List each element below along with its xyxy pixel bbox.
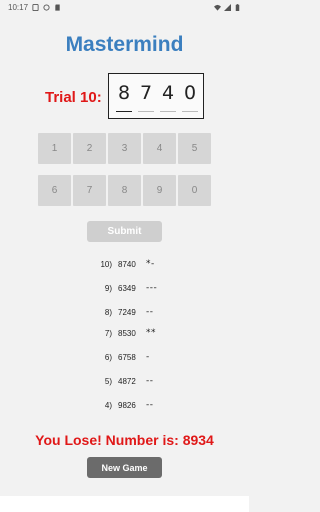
history-row: 5) 4872 --	[96, 374, 154, 388]
history-guess: 8530	[118, 328, 136, 338]
history-row: 7) 8530 **	[96, 326, 156, 340]
keypad-button-1[interactable]: 1	[38, 133, 71, 164]
history-guess: 4872	[118, 376, 136, 386]
app-title: Mastermind	[65, 33, 184, 56]
history-index: 6)	[104, 352, 112, 362]
guess-input-box[interactable]: 8 7 4 0	[108, 73, 204, 119]
status-bar: 10:17	[0, 0, 249, 14]
new-game-button[interactable]: New Game	[87, 457, 162, 478]
history-row: 4) 9826 --	[96, 398, 154, 412]
submit-button[interactable]: Submit	[87, 221, 162, 242]
signal-icon	[224, 3, 231, 11]
history-result: --	[146, 376, 154, 386]
history-guess: 6349	[118, 283, 136, 293]
guess-digit-2[interactable]: 7	[137, 78, 155, 114]
wifi-icon	[214, 4, 221, 11]
history-row: 10) 8740 *-	[96, 257, 155, 271]
keypad-button-5[interactable]: 5	[178, 133, 211, 164]
history-result: *-	[146, 259, 155, 269]
guess-digit-3[interactable]: 4	[159, 78, 177, 114]
history-guess: 6758	[118, 352, 136, 362]
status-time: 10:17	[8, 2, 29, 12]
keypad-button-4[interactable]: 4	[143, 133, 176, 164]
history-result: -	[146, 352, 150, 362]
keypad-button-0[interactable]: 0	[178, 175, 211, 206]
history-row: 9) 6349 ---	[96, 281, 157, 295]
keypad-button-8[interactable]: 8	[108, 175, 141, 206]
history-result: **	[146, 328, 156, 338]
history-row: 6) 6758 -	[96, 350, 150, 364]
history-index: 5)	[104, 376, 112, 386]
keypad-button-3[interactable]: 3	[108, 133, 141, 164]
history-guess: 7249	[118, 307, 136, 317]
keypad-button-6[interactable]: 6	[38, 175, 71, 206]
sim-icon	[32, 3, 39, 11]
battery-icon	[235, 3, 240, 11]
history-index: 9)	[104, 283, 112, 293]
result-message: You Lose! Number is: 8934	[35, 432, 214, 448]
navigation-bar	[0, 496, 249, 512]
history-guess: 9826	[118, 400, 136, 410]
history-index: 7)	[104, 328, 112, 338]
history-row: 8) 7249 --	[96, 305, 154, 319]
keypad-button-9[interactable]: 9	[143, 175, 176, 206]
history-guess: 8740	[118, 259, 136, 269]
history-index: 4)	[104, 400, 112, 410]
keypad-button-7[interactable]: 7	[73, 175, 106, 206]
guess-digit-4[interactable]: 0	[181, 78, 199, 114]
guess-digit-1[interactable]: 8	[115, 78, 133, 114]
history-result: ---	[146, 283, 158, 293]
history-result: --	[146, 400, 154, 410]
notification-icon	[43, 3, 50, 11]
keypad-button-2[interactable]: 2	[73, 133, 106, 164]
sd-icon	[55, 3, 60, 11]
history-index: 8)	[104, 307, 112, 317]
history-result: --	[146, 307, 154, 317]
trial-label: Trial 10:	[45, 89, 102, 106]
history-index: 10)	[100, 259, 112, 269]
